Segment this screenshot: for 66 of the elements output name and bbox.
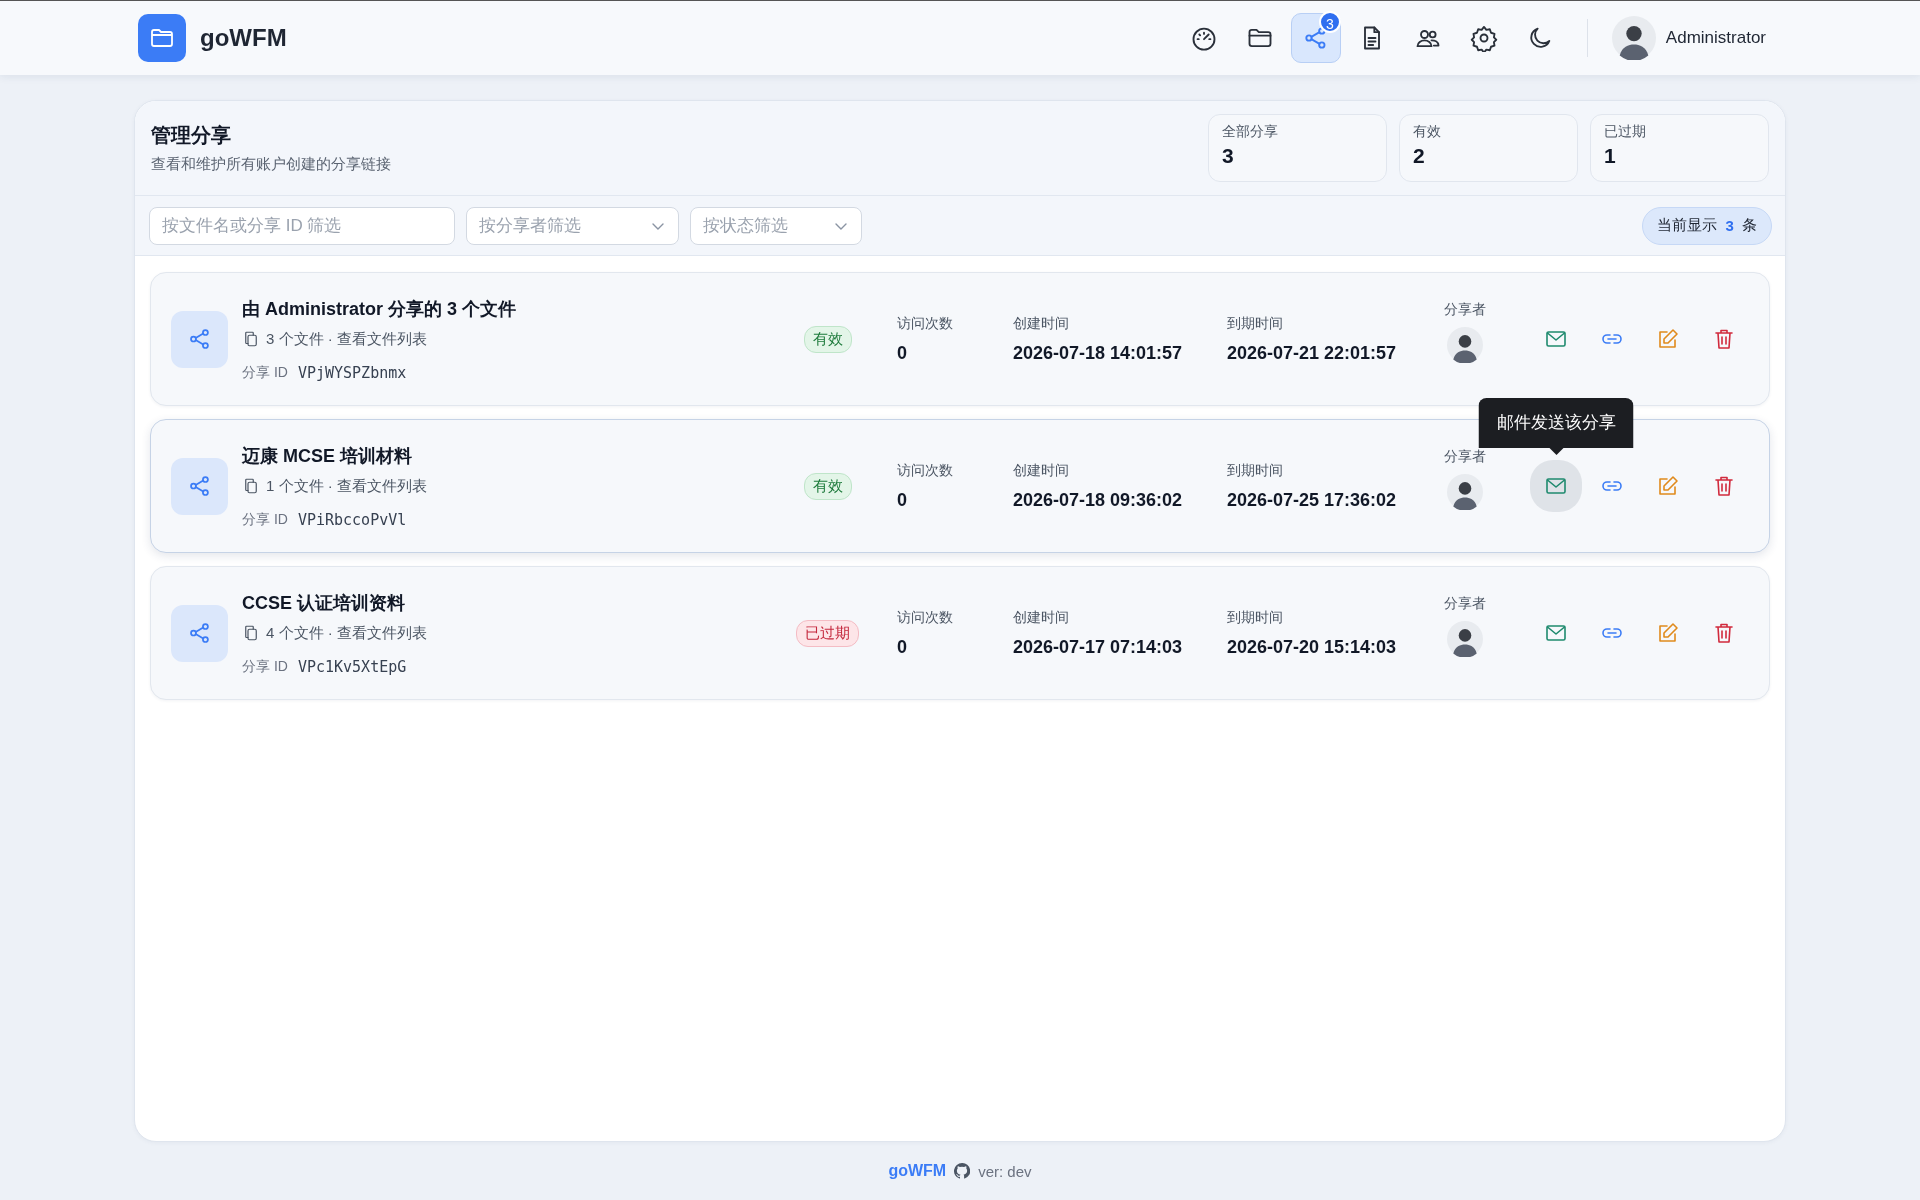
github-icon <box>954 1163 971 1179</box>
trash-icon <box>1712 327 1736 351</box>
stat-label: 全部分享 <box>1222 123 1279 141</box>
avatar <box>1447 621 1483 657</box>
field-value: 2026-07-20 15:14:03 <box>1227 636 1398 658</box>
field-value: 0 <box>897 489 908 511</box>
copy-icon <box>242 477 260 495</box>
logo-icon <box>138 14 186 62</box>
status-badge: 已过期 <box>796 619 859 647</box>
copy-icon <box>242 624 260 642</box>
share-id-label: 分享 ID <box>242 510 288 529</box>
field-label: 分享者 <box>1444 595 1486 613</box>
share-title[interactable]: 由 Administrator 分享的 3 个文件 <box>242 296 758 321</box>
edit-icon <box>1656 327 1680 351</box>
share-id: VPc1Kv5XtEpG <box>297 657 407 676</box>
field-label: 到期时间 <box>1227 314 1284 333</box>
file-list-link[interactable]: 4 个文件 · 查看文件列表 <box>266 623 427 643</box>
user-name[interactable]: Administrator <box>1665 28 1766 48</box>
app-name: goWFM <box>200 24 287 52</box>
field-label: 创建时间 <box>1013 314 1070 333</box>
field-label: 访问次数 <box>897 314 954 333</box>
version-text: ver: dev <box>978 1162 1032 1180</box>
search-field[interactable]: 按文件名或分享 ID 筛选 <box>149 206 455 245</box>
share-id-label: 分享 ID <box>242 657 288 676</box>
field-label: 创建时间 <box>1013 608 1070 627</box>
avatar <box>1447 327 1483 363</box>
file-list-link[interactable]: 3 个文件 · 查看文件列表 <box>266 329 427 349</box>
field-value: 0 <box>897 636 908 658</box>
field-value: 2026-07-21 22:01:57 <box>1227 342 1398 364</box>
stat-label: 有效 <box>1413 123 1442 141</box>
trash-icon <box>1712 474 1736 498</box>
status-badge: 有效 <box>803 325 852 353</box>
page-title: 管理分享 <box>151 123 232 148</box>
stat-value: 1 <box>1604 144 1617 168</box>
field-label: 到期时间 <box>1227 461 1284 480</box>
file-list-link[interactable]: 1 个文件 · 查看文件列表 <box>266 476 427 496</box>
avatar <box>1447 474 1483 510</box>
field-value: 2026-07-18 09:36:02 <box>1013 489 1184 511</box>
share-id: VPjWYSPZbnmx <box>297 363 407 382</box>
edit-icon <box>1656 621 1680 645</box>
share-id: VPiRbccoPvVl <box>297 510 407 529</box>
field-label: 访问次数 <box>897 461 954 480</box>
stat-label: 已过期 <box>1604 123 1647 141</box>
field-label: 到期时间 <box>1227 608 1284 627</box>
stat-value: 2 <box>1413 144 1426 168</box>
avatar <box>1611 16 1656 60</box>
field-value: 2026-07-17 07:14:03 <box>1013 636 1184 658</box>
field-label: 创建时间 <box>1013 461 1070 480</box>
stat-value: 3 <box>1222 144 1235 168</box>
result-count: 当前显示 3 条 <box>1642 206 1772 245</box>
edit-icon <box>1656 474 1680 498</box>
settings-icon <box>1469 24 1498 52</box>
trash-icon <box>1712 621 1736 645</box>
page-subtitle: 查看和维护所有账户创建的分享链接 <box>151 155 392 174</box>
copy-icon <box>242 330 260 348</box>
share-title[interactable]: CCSE 认证培训资料 <box>242 590 758 615</box>
field-value: 0 <box>897 342 908 364</box>
field-label: 访问次数 <box>897 608 954 627</box>
share-id-label: 分享 ID <box>242 363 288 382</box>
field-value: 2026-07-18 14:01:57 <box>1013 342 1184 364</box>
count-badge: 3 <box>1318 11 1341 33</box>
status-badge: 有效 <box>803 472 852 500</box>
field-label: 分享者 <box>1444 301 1486 319</box>
nav-button[interactable]: 3 <box>1290 13 1341 63</box>
field-value: 2026-07-25 17:36:02 <box>1227 489 1398 511</box>
share-title[interactable]: 迈康 MCSE 培训材料 <box>242 443 758 468</box>
